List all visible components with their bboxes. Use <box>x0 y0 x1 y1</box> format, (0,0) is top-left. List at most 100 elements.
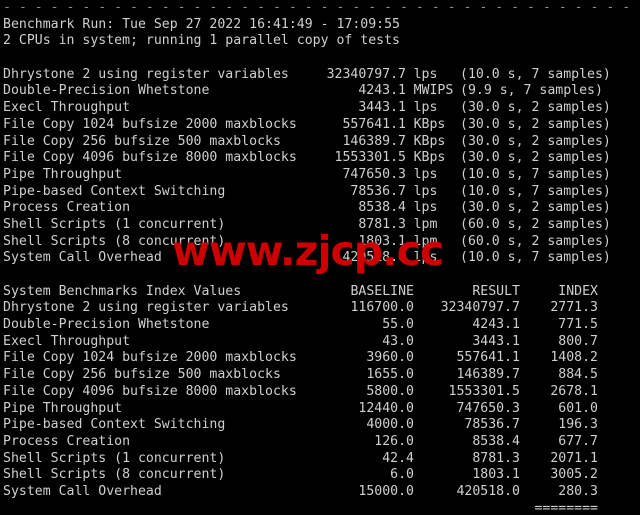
index-baseline: 4000.0 <box>366 417 414 433</box>
index-result: 8538.4 <box>472 433 520 449</box>
index-value: 280.3 <box>558 483 598 499</box>
result-value: 8781.3 <box>358 216 406 232</box>
index-value: 2071.1 <box>550 450 598 466</box>
index-values-table: System Benchmarks Index Values BASELINE … <box>3 284 637 515</box>
result-timing: (60.0 s, 2 samples) <box>460 233 611 249</box>
result-unit: lps <box>413 183 438 199</box>
table-row: Pipe Throughput 12440.0 747650.3 601.0 <box>3 401 637 418</box>
result-unit: lps <box>413 100 438 116</box>
result-unit: KBps <box>413 150 446 166</box>
table-row: File Copy 1024 bufsize 2000 maxblocks 39… <box>3 350 637 367</box>
index-value: 677.7 <box>558 433 598 449</box>
table-row: File Copy 256 bufsize 500 maxblocks 1655… <box>3 367 637 384</box>
result-timing: (9.9 s, 7 samples) <box>460 83 603 99</box>
index-name: Execl Throughput <box>3 333 131 349</box>
result-name: Double-Precision Whetstone <box>3 83 210 99</box>
index-name: File Copy 256 bufsize 500 maxblocks <box>3 367 281 383</box>
result-unit: MWIPS <box>413 83 454 99</box>
index-value: 771.5 <box>558 317 598 333</box>
index-name: File Copy 1024 bufsize 2000 maxblocks <box>3 350 297 366</box>
result-value: 557641.1 <box>342 116 406 132</box>
result-name: Execl Throughput <box>3 100 131 116</box>
terminal-window: - - - - - - - - - - - - - - - - - - - - … <box>0 0 640 515</box>
index-result: 32340797.7 <box>440 300 520 316</box>
index-result: 8781.3 <box>472 450 520 466</box>
result-timing: (30.0 s, 2 samples) <box>460 150 611 166</box>
benchmark-run-header: Benchmark Run: Tue Sep 27 2022 16:41:49 … <box>3 16 400 32</box>
result-value: 420518.0 <box>342 250 406 266</box>
result-unit: lps <box>413 66 438 82</box>
index-result: 78536.7 <box>464 417 520 433</box>
index-table-header: System Benchmarks Index Values BASELINE … <box>3 284 637 301</box>
index-value: 2678.1 <box>550 383 598 399</box>
index-result: 146389.7 <box>456 367 520 383</box>
table-row: Double-Precision Whetstone 4243.1 MWIPS … <box>3 83 637 100</box>
index-baseline: 12440.0 <box>358 400 414 416</box>
score-separator: ======== <box>3 501 637 515</box>
table-row: Shell Scripts (8 concurrent) 1803.1 lpm … <box>3 234 637 251</box>
table-row: File Copy 4096 bufsize 8000 maxblocks 15… <box>3 150 637 167</box>
index-baseline: 42.4 <box>382 450 414 466</box>
result-timing: (30.0 s, 2 samples) <box>460 200 611 216</box>
index-value: 3005.2 <box>550 467 598 483</box>
result-unit: lpm <box>413 216 438 232</box>
result-name: Shell Scripts (8 concurrent) <box>3 233 226 249</box>
result-value: 1553301.5 <box>334 150 406 166</box>
table-row: Pipe-based Context Switching 4000.0 7853… <box>3 417 637 434</box>
index-value: 196.3 <box>558 417 598 433</box>
result-value: 4243.1 <box>358 83 406 99</box>
table-row: System Call Overhead 420518.0 lps (10.0 … <box>3 250 637 267</box>
index-value: 2771.3 <box>550 300 598 316</box>
index-name: Dhrystone 2 using register variables <box>3 300 289 316</box>
result-value: 8538.4 <box>358 200 406 216</box>
index-baseline: 55.0 <box>382 317 414 333</box>
top-divider-rule: - - - - - - - - - - - - - - - - - - - - … <box>3 0 631 15</box>
index-baseline: 6.0 <box>390 467 414 483</box>
result-name: Dhrystone 2 using register variables <box>3 66 289 82</box>
result-unit: lpm <box>413 233 438 249</box>
result-name: File Copy 4096 bufsize 8000 maxblocks <box>3 150 297 166</box>
cpu-count-header: 2 CPUs in system; running 1 parallel cop… <box>3 33 400 49</box>
index-result: 420518.0 <box>456 483 520 499</box>
table-row: Process Creation 126.0 8538.4 677.7 <box>3 434 637 451</box>
result-timing: (10.0 s, 7 samples) <box>460 166 611 182</box>
result-timing: (60.0 s, 2 samples) <box>460 216 611 232</box>
table-row: Dhrystone 2 using register variables 323… <box>3 67 637 84</box>
results-table: Dhrystone 2 using register variables 323… <box>3 67 637 267</box>
column-header-index: INDEX <box>558 283 598 299</box>
result-name: File Copy 256 bufsize 500 maxblocks <box>3 133 281 149</box>
result-value: 32340797.7 <box>326 66 406 82</box>
result-name: System Call Overhead <box>3 250 162 266</box>
result-name: Pipe Throughput <box>3 166 123 182</box>
terminal-output: - - - - - - - - - - - - - - - - - - - - … <box>3 0 637 515</box>
table-row: Shell Scripts (1 concurrent) 42.4 8781.3… <box>3 451 637 468</box>
index-name: Pipe-based Context Switching <box>3 417 226 433</box>
table-row: Shell Scripts (1 concurrent) 8781.3 lpm … <box>3 217 637 234</box>
index-baseline: 43.0 <box>382 333 414 349</box>
column-header-baseline: BASELINE <box>350 283 414 299</box>
result-timing: (10.0 s, 7 samples) <box>460 183 611 199</box>
index-baseline: 15000.0 <box>358 483 414 499</box>
index-name: File Copy 4096 bufsize 8000 maxblocks <box>3 383 297 399</box>
index-name: System Call Overhead <box>3 483 162 499</box>
index-result: 747650.3 <box>456 400 520 416</box>
result-value: 78536.7 <box>350 183 406 199</box>
result-name: Pipe-based Context Switching <box>3 183 226 199</box>
table-row: File Copy 1024 bufsize 2000 maxblocks 55… <box>3 117 637 134</box>
result-timing: (10.0 s, 7 samples) <box>460 250 611 266</box>
table-row: Pipe Throughput 747650.3 lps (10.0 s, 7 … <box>3 167 637 184</box>
index-table-title: System Benchmarks Index Values <box>3 283 242 299</box>
result-timing: (30.0 s, 2 samples) <box>460 100 611 116</box>
result-timing: (30.0 s, 2 samples) <box>460 133 611 149</box>
table-row: Dhrystone 2 using register variables 116… <box>3 300 637 317</box>
result-unit: lps <box>413 250 438 266</box>
index-name: Pipe Throughput <box>3 400 123 416</box>
result-unit: lps <box>413 166 438 182</box>
table-row: File Copy 4096 bufsize 8000 maxblocks 58… <box>3 384 637 401</box>
index-result: 1553301.5 <box>448 383 520 399</box>
index-value: 800.7 <box>558 333 598 349</box>
table-row: Shell Scripts (8 concurrent) 6.0 1803.1 … <box>3 467 637 484</box>
index-baseline: 1655.0 <box>366 367 414 383</box>
index-value: 601.0 <box>558 400 598 416</box>
index-name: Process Creation <box>3 433 131 449</box>
